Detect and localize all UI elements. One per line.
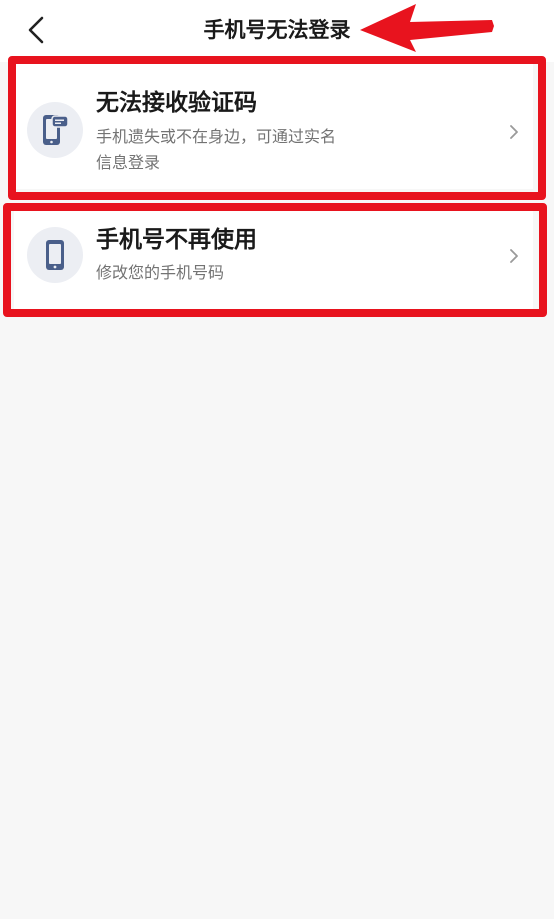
phone-message-icon — [27, 102, 83, 158]
chevron-right-icon — [510, 125, 518, 139]
option-title: 手机号不再使用 — [96, 227, 257, 253]
option-description-line: 信息登录 — [96, 153, 161, 172]
option-cannot-receive-code[interactable]: 无法接收验证码 手机遗失或不在身边，可通过实名 信息登录 — [14, 63, 533, 189]
option-number-no-longer-used[interactable]: 手机号不再使用 修改您的手机号码 — [14, 207, 533, 313]
annotation-arrow-icon — [360, 4, 494, 52]
option-title: 无法接收验证码 — [96, 90, 257, 116]
option-description-line: 手机遗失或不在身边，可通过实名 — [96, 127, 337, 146]
option-description: 手机遗失或不在身边，可通过实名 信息登录 — [96, 124, 386, 176]
mobile-phone-icon — [27, 227, 83, 283]
chevron-right-icon — [510, 249, 518, 263]
option-description: 修改您的手机号码 — [96, 263, 225, 282]
